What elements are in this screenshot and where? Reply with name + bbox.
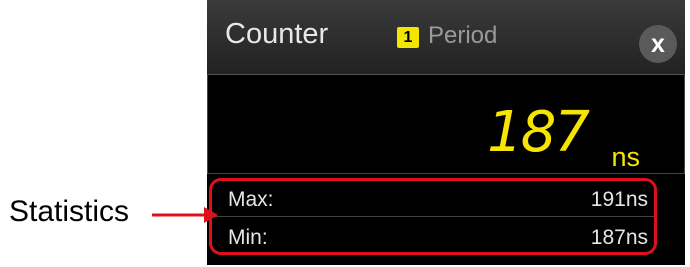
stat-value-min: 187ns <box>590 226 648 249</box>
counter-panel: Counter 1 Period x 187 ns Max: 191ns Min… <box>207 0 685 265</box>
stat-row-min: Min: 187ns <box>212 224 654 254</box>
stat-label-max: Max: <box>228 188 274 211</box>
stat-row-max: Max: 191ns <box>212 186 654 217</box>
statistics-callout-label: Statistics <box>9 195 130 228</box>
counter-unit: ns <box>611 142 640 172</box>
statistics-box: Max: 191ns Min: 187ns <box>209 178 657 255</box>
counter-header: Counter 1 Period x <box>207 0 685 75</box>
close-icon: x <box>651 30 665 58</box>
counter-value-row: 187 ns <box>207 74 685 174</box>
counter-title: Counter <box>225 18 329 50</box>
stat-value-max: 191ns <box>590 188 648 211</box>
measurement-type: Period <box>428 22 498 49</box>
callout-arrow-icon <box>152 207 218 223</box>
counter-value: 187 <box>487 100 590 165</box>
channel-badge: 1 <box>397 27 419 48</box>
stat-label-min: Min: <box>228 226 268 249</box>
close-button[interactable]: x <box>639 25 677 63</box>
